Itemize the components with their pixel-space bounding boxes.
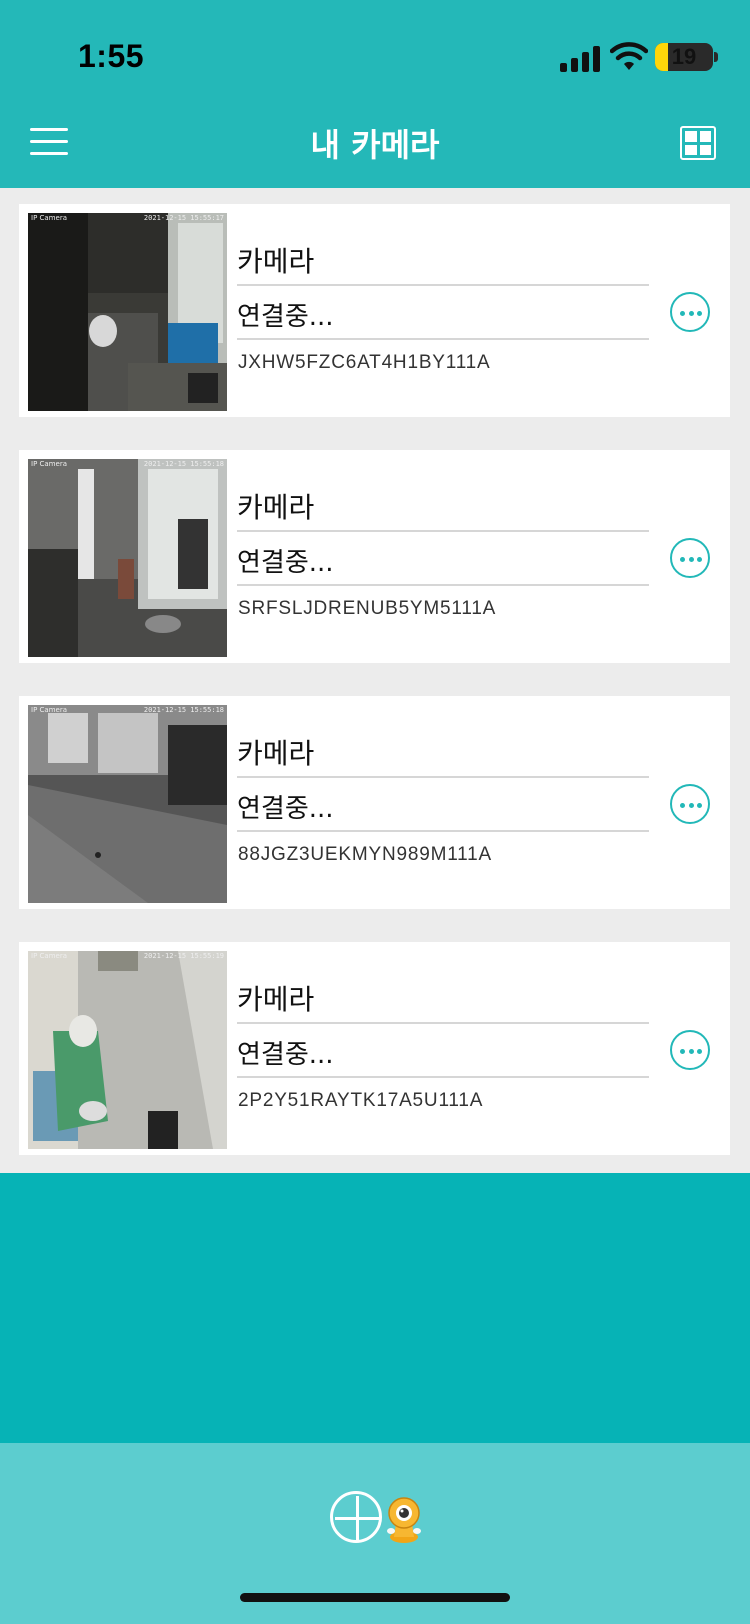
camera-id: 88JGZ3UEKMYN989M111A <box>238 844 492 865</box>
divider <box>237 584 649 586</box>
bottom-toolbar <box>0 1443 750 1624</box>
camera-list: IP Camera 2021-12-15 15:55:17 카메라 연결중... … <box>0 188 750 1173</box>
divider <box>237 530 649 532</box>
camera-thumbnail[interactable]: IP Camera 2021-12-15 15:55:19 <box>28 951 227 1149</box>
divider <box>237 776 649 778</box>
status-bar: 1:55 19 <box>0 0 750 100</box>
app-header: 내 카메라 <box>0 100 750 188</box>
page-title: 내 카메라 <box>310 126 440 164</box>
camera-status: 연결중... <box>237 794 334 824</box>
wifi-icon <box>610 42 648 70</box>
camera-name: 카메라 <box>237 245 315 278</box>
camera-thumbnail[interactable]: IP Camera 2021-12-15 15:55:18 <box>28 459 227 657</box>
camera-status: 연결중... <box>237 1040 334 1070</box>
camera-thumbnail[interactable]: IP Camera 2021-12-15 15:55:18 <box>28 705 227 903</box>
more-options-icon[interactable] <box>670 784 710 824</box>
more-options-icon[interactable] <box>670 292 710 332</box>
camera-card[interactable]: IP Camera 2021-12-15 15:55:17 카메라 연결중... … <box>19 204 730 417</box>
divider <box>237 830 649 832</box>
status-time: 1:55 <box>78 38 145 74</box>
more-options-icon[interactable] <box>670 1030 710 1070</box>
more-options-icon[interactable] <box>670 538 710 578</box>
camera-id: SRFSLJDRENUB5YM5111A <box>238 598 497 619</box>
camera-preview-image <box>28 213 227 411</box>
divider <box>237 338 649 340</box>
camera-id: 2P2Y51RAYTK17A5U111A <box>238 1090 484 1111</box>
battery-tip <box>714 52 718 62</box>
battery-level: 19 <box>671 44 697 69</box>
camera-id: JXHW5FZC6AT4H1BY111A <box>238 352 491 373</box>
camera-thumbnail[interactable]: IP Camera 2021-12-15 15:55:17 <box>28 213 227 411</box>
camera-preview-image <box>28 951 227 1149</box>
divider <box>237 284 649 286</box>
camera-card[interactable]: IP Camera 2021-12-15 15:55:19 카메라 연결중... … <box>19 942 730 1155</box>
divider <box>237 1076 649 1078</box>
camera-preview-image <box>28 705 227 903</box>
camera-mascot-icon[interactable] <box>384 1493 424 1545</box>
camera-name: 카메라 <box>237 491 315 524</box>
camera-preview-image <box>28 459 227 657</box>
home-indicator <box>240 1593 510 1602</box>
camera-name: 카메라 <box>237 983 315 1016</box>
battery-icon: 19 <box>655 43 713 71</box>
camera-name: 카메라 <box>237 737 315 770</box>
grid-view-icon[interactable] <box>680 126 716 160</box>
camera-status: 연결중... <box>237 548 334 578</box>
cellular-signal-icon <box>560 44 602 72</box>
divider <box>237 1022 649 1024</box>
camera-card[interactable]: IP Camera 2021-12-15 15:55:18 카메라 연결중... … <box>19 450 730 663</box>
add-camera-icon[interactable] <box>330 1491 382 1543</box>
camera-status: 연결중... <box>237 302 334 332</box>
camera-card[interactable]: IP Camera 2021-12-15 15:55:18 카메라 연결중... … <box>19 696 730 909</box>
